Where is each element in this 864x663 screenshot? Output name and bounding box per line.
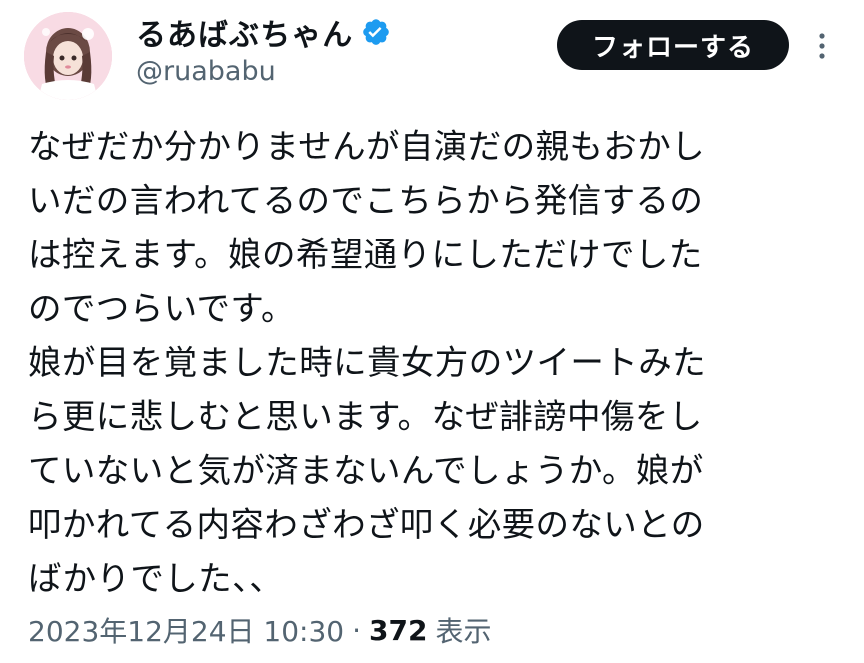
tweet-timestamp[interactable]: 2023年12月24日 10:30: [28, 610, 344, 650]
avatar[interactable]: [24, 12, 112, 100]
meta-separator: ·: [352, 613, 362, 647]
author-display-name[interactable]: るあばぶちゃん: [136, 10, 353, 54]
tweet-text-line: ら更に悲しむと思います。なぜ誹謗中傷をし: [28, 397, 703, 436]
tweet-text-line: なぜだか分かりませんが自演だの親もおかし: [28, 127, 705, 166]
follow-button[interactable]: フォローする: [557, 20, 789, 70]
tweet-text-line: ばかりでした、、: [28, 559, 284, 598]
tweet-text: なぜだか分かりませんが自演だの親もおかし いだの言われてるのでこちらから発信する…: [28, 120, 848, 606]
tweet-text-line: いだの言われてるのでこちらから発信するの: [28, 181, 704, 220]
verified-badge-icon[interactable]: [361, 17, 391, 47]
author-name-row: るあばぶちゃん: [136, 10, 391, 54]
avatar-image: [24, 12, 112, 100]
author-handle[interactable]: @ruababu: [136, 56, 276, 87]
tweet-text-line: 娘が目を覚ました時に貴女方のツイートみた: [28, 343, 706, 382]
tweet-text-line: は控えます。娘の希望通りにしただけでした: [28, 235, 703, 274]
tweet-meta: 2023年12月24日 10:30 · 372 表示: [28, 610, 491, 650]
tweet-text-line: のでつらいです。: [28, 289, 295, 328]
views-label: 表示: [435, 615, 492, 648]
views-count: 372: [369, 613, 428, 647]
tweet-text-line: 叩かれてる内容わざわざ叩く必要のないとの: [28, 505, 705, 544]
more-dots-icon[interactable]: [808, 24, 836, 68]
tweet-text-line: ていないと気が済まないんでしょうか。娘が: [28, 451, 704, 490]
